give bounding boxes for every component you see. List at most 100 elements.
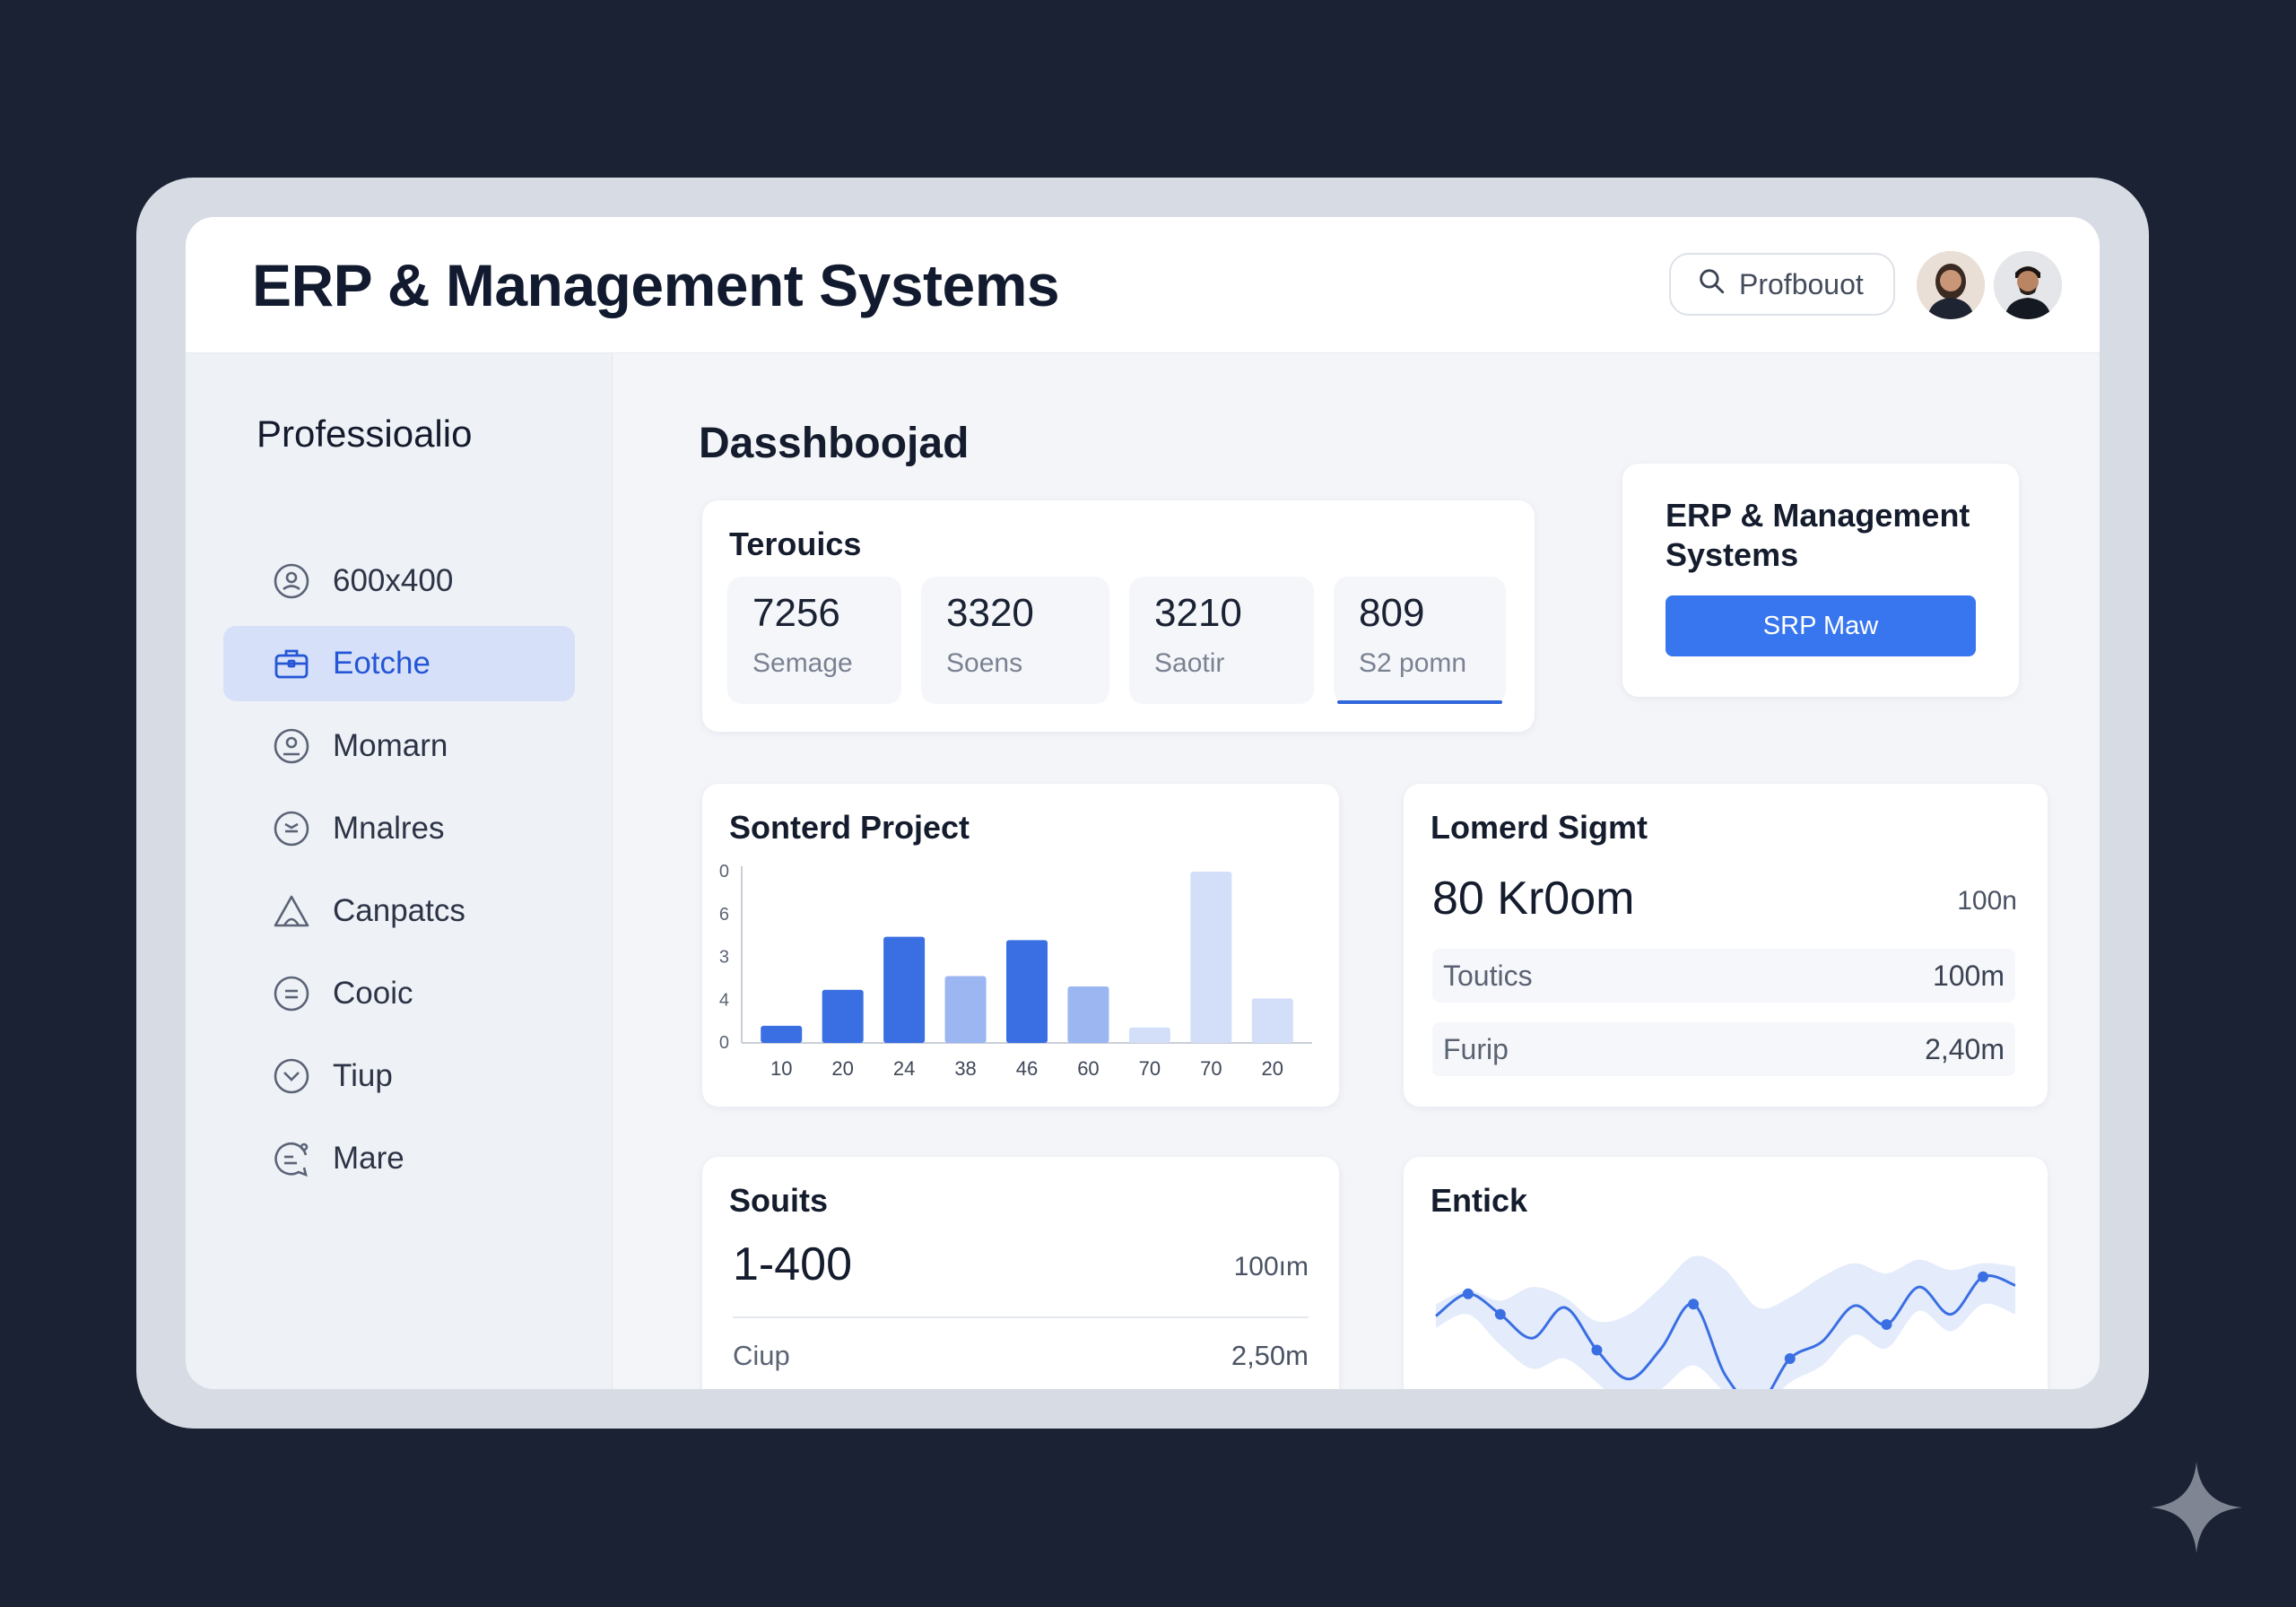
metrics-card: Terouics 7256 Semage 3320 Soens 3210 Sao… — [702, 500, 1535, 732]
sidebar-item-momarn[interactable]: Momarn — [223, 708, 575, 784]
app-title: ERP & Management Systems — [252, 252, 1060, 318]
metrics-card-title: Terouics — [729, 526, 862, 562]
lomerd-row: Toutics 100m — [1432, 949, 2015, 1003]
metric-tile[interactable]: 3320 Soens — [921, 577, 1109, 704]
row-label: Toutics — [1443, 959, 1533, 992]
y-tick-label: 0 — [719, 862, 729, 882]
bar[interactable] — [1128, 1027, 1170, 1043]
metric-label: Semage — [752, 648, 853, 678]
y-tick-label: 3 — [719, 948, 729, 968]
bar[interactable] — [1251, 998, 1293, 1043]
lomerd-big-side: 100n — [1957, 886, 2017, 916]
line-chart — [1435, 1255, 2016, 1389]
row-value: 100m — [1932, 959, 2005, 992]
sidebar-nav: 600x400 Eotche Momarn Mnalres Canpatcs C… — [223, 543, 575, 1203]
sidebar-item-label: Mare — [333, 1141, 404, 1176]
sidebar-item-label: Mnalres — [333, 811, 445, 846]
search-input[interactable]: Profbouot — [1669, 253, 1895, 316]
bar[interactable] — [1190, 872, 1232, 1043]
data-point[interactable] — [1784, 1353, 1796, 1364]
metric-label: S2 pomn — [1359, 648, 1467, 678]
bar[interactable] — [883, 936, 926, 1043]
bar-chart-card: Sonterd Project 0 4 3 6 0 10 20 24 38 46 60 70 70 20 — [702, 784, 1339, 1107]
sidebar-item-eotche[interactable]: Eotche — [223, 626, 575, 701]
sidebar-item-cooic[interactable]: Cooic — [223, 956, 575, 1031]
row-label: Furip — [1443, 1032, 1509, 1065]
data-point[interactable] — [1462, 1288, 1474, 1299]
sidebar-item-label: Tiup — [333, 1058, 393, 1093]
tent-icon — [272, 891, 311, 931]
sparkle-icon — [2151, 1462, 2242, 1553]
metric-value: 3210 — [1154, 591, 1242, 635]
data-point[interactable] — [1591, 1344, 1603, 1356]
x-tick-label: 70 — [1200, 1057, 1222, 1080]
sidebar-item-mnalres[interactable]: Mnalres — [223, 791, 575, 866]
metric-tile[interactable]: 809 S2 pomn — [1334, 577, 1506, 704]
data-point[interactable] — [1978, 1271, 1989, 1282]
search-value: Profbouot — [1739, 267, 1864, 300]
sidebar-item-600x400[interactable]: 600x400 — [223, 543, 575, 619]
briefcase-icon — [272, 644, 311, 683]
avatar[interactable] — [1994, 251, 2062, 319]
lomerd-card: Lomerd Sigmt 80 Kr0om 100n Toutics 100m … — [1404, 784, 2048, 1107]
metric-tile[interactable]: 3210 Saotir — [1129, 577, 1314, 704]
x-tick-label: 24 — [893, 1057, 915, 1080]
search-icon — [1696, 265, 1726, 303]
sidebar-item-tiup[interactable]: Tiup — [223, 1038, 575, 1114]
range-band — [1436, 1255, 2015, 1389]
lomerd-card-title: Lomerd Sigmt — [1431, 809, 1648, 846]
data-point[interactable] — [1881, 1319, 1892, 1330]
srp-button[interactable]: SRP Maw — [1665, 595, 1976, 656]
app-window: ERP & Management Systems Profbouot Profe… — [186, 217, 2100, 1389]
sidebar-item-label: Canpatcs — [333, 893, 465, 928]
x-tick-label: 20 — [1262, 1057, 1283, 1080]
bar-chart: 0436010 20 24 38 46 60 70 70 20 — [719, 862, 1312, 1080]
avatar[interactable] — [1917, 251, 1985, 319]
sidebar-item-label: Eotche — [333, 646, 430, 681]
souits-row-label: Ciup — [733, 1340, 790, 1371]
sidebar-item-mare[interactable]: Mare — [223, 1121, 575, 1196]
y-tick-label: 0 — [719, 1033, 729, 1053]
metric-value: 3320 — [946, 591, 1034, 635]
page-title: Dasshboojad — [699, 420, 970, 467]
bar[interactable] — [1006, 940, 1048, 1043]
souits-big-side: 100ım — [1233, 1252, 1309, 1281]
x-tick-label: 46 — [1016, 1057, 1038, 1080]
bar[interactable] — [1067, 986, 1109, 1043]
souits-card: Souits 1-400 100ım Ciup 2,50m — [702, 1157, 1339, 1389]
sidebar-item-label: Momarn — [333, 728, 448, 763]
metric-tile[interactable]: 7256 Semage — [727, 577, 901, 704]
metric-value: 809 — [1359, 591, 1425, 635]
souits-row-value: 2,50m — [1231, 1340, 1309, 1371]
metric-value: 7256 — [752, 591, 840, 635]
chat-user-icon — [272, 1139, 311, 1178]
minus-circle-icon — [272, 974, 311, 1013]
user-circle-icon — [272, 561, 311, 601]
lomerd-row: Furip 2,40m — [1432, 1022, 2015, 1076]
sidebar-brand: Professioalio — [257, 413, 473, 455]
erp-card-title: ERP & Management Systems — [1665, 497, 1970, 573]
sidebar-item-label: Cooic — [333, 976, 413, 1011]
x-tick-label: 10 — [770, 1057, 792, 1080]
chevron-circle-icon — [272, 1056, 311, 1096]
bar[interactable] — [761, 1025, 803, 1043]
entick-card: Entick — [1404, 1157, 2048, 1389]
user-circle-icon — [272, 726, 311, 766]
erp-card: ERP & Management Systems SRP Maw — [1622, 464, 2019, 697]
x-tick-label: 70 — [1139, 1057, 1161, 1080]
sidebar-item-label: 600x400 — [333, 563, 454, 598]
bar[interactable] — [944, 976, 987, 1043]
x-tick-label: 60 — [1077, 1057, 1099, 1080]
y-tick-label: 6 — [719, 905, 729, 925]
y-tick-label: 4 — [719, 990, 729, 1010]
sidebar-item-canpatcs[interactable]: Canpatcs — [223, 873, 575, 949]
list-circle-icon — [272, 809, 311, 848]
bar[interactable] — [822, 989, 864, 1043]
row-value: 2,40m — [1925, 1032, 2005, 1065]
souits-card-title: Souits — [729, 1182, 829, 1219]
data-point[interactable] — [1494, 1308, 1506, 1320]
lomerd-big-value: 80 Kr0om — [1432, 873, 1635, 925]
souits-big-value: 1-400 — [733, 1238, 852, 1290]
x-tick-label: 38 — [954, 1057, 976, 1080]
data-point[interactable] — [1688, 1299, 1700, 1310]
